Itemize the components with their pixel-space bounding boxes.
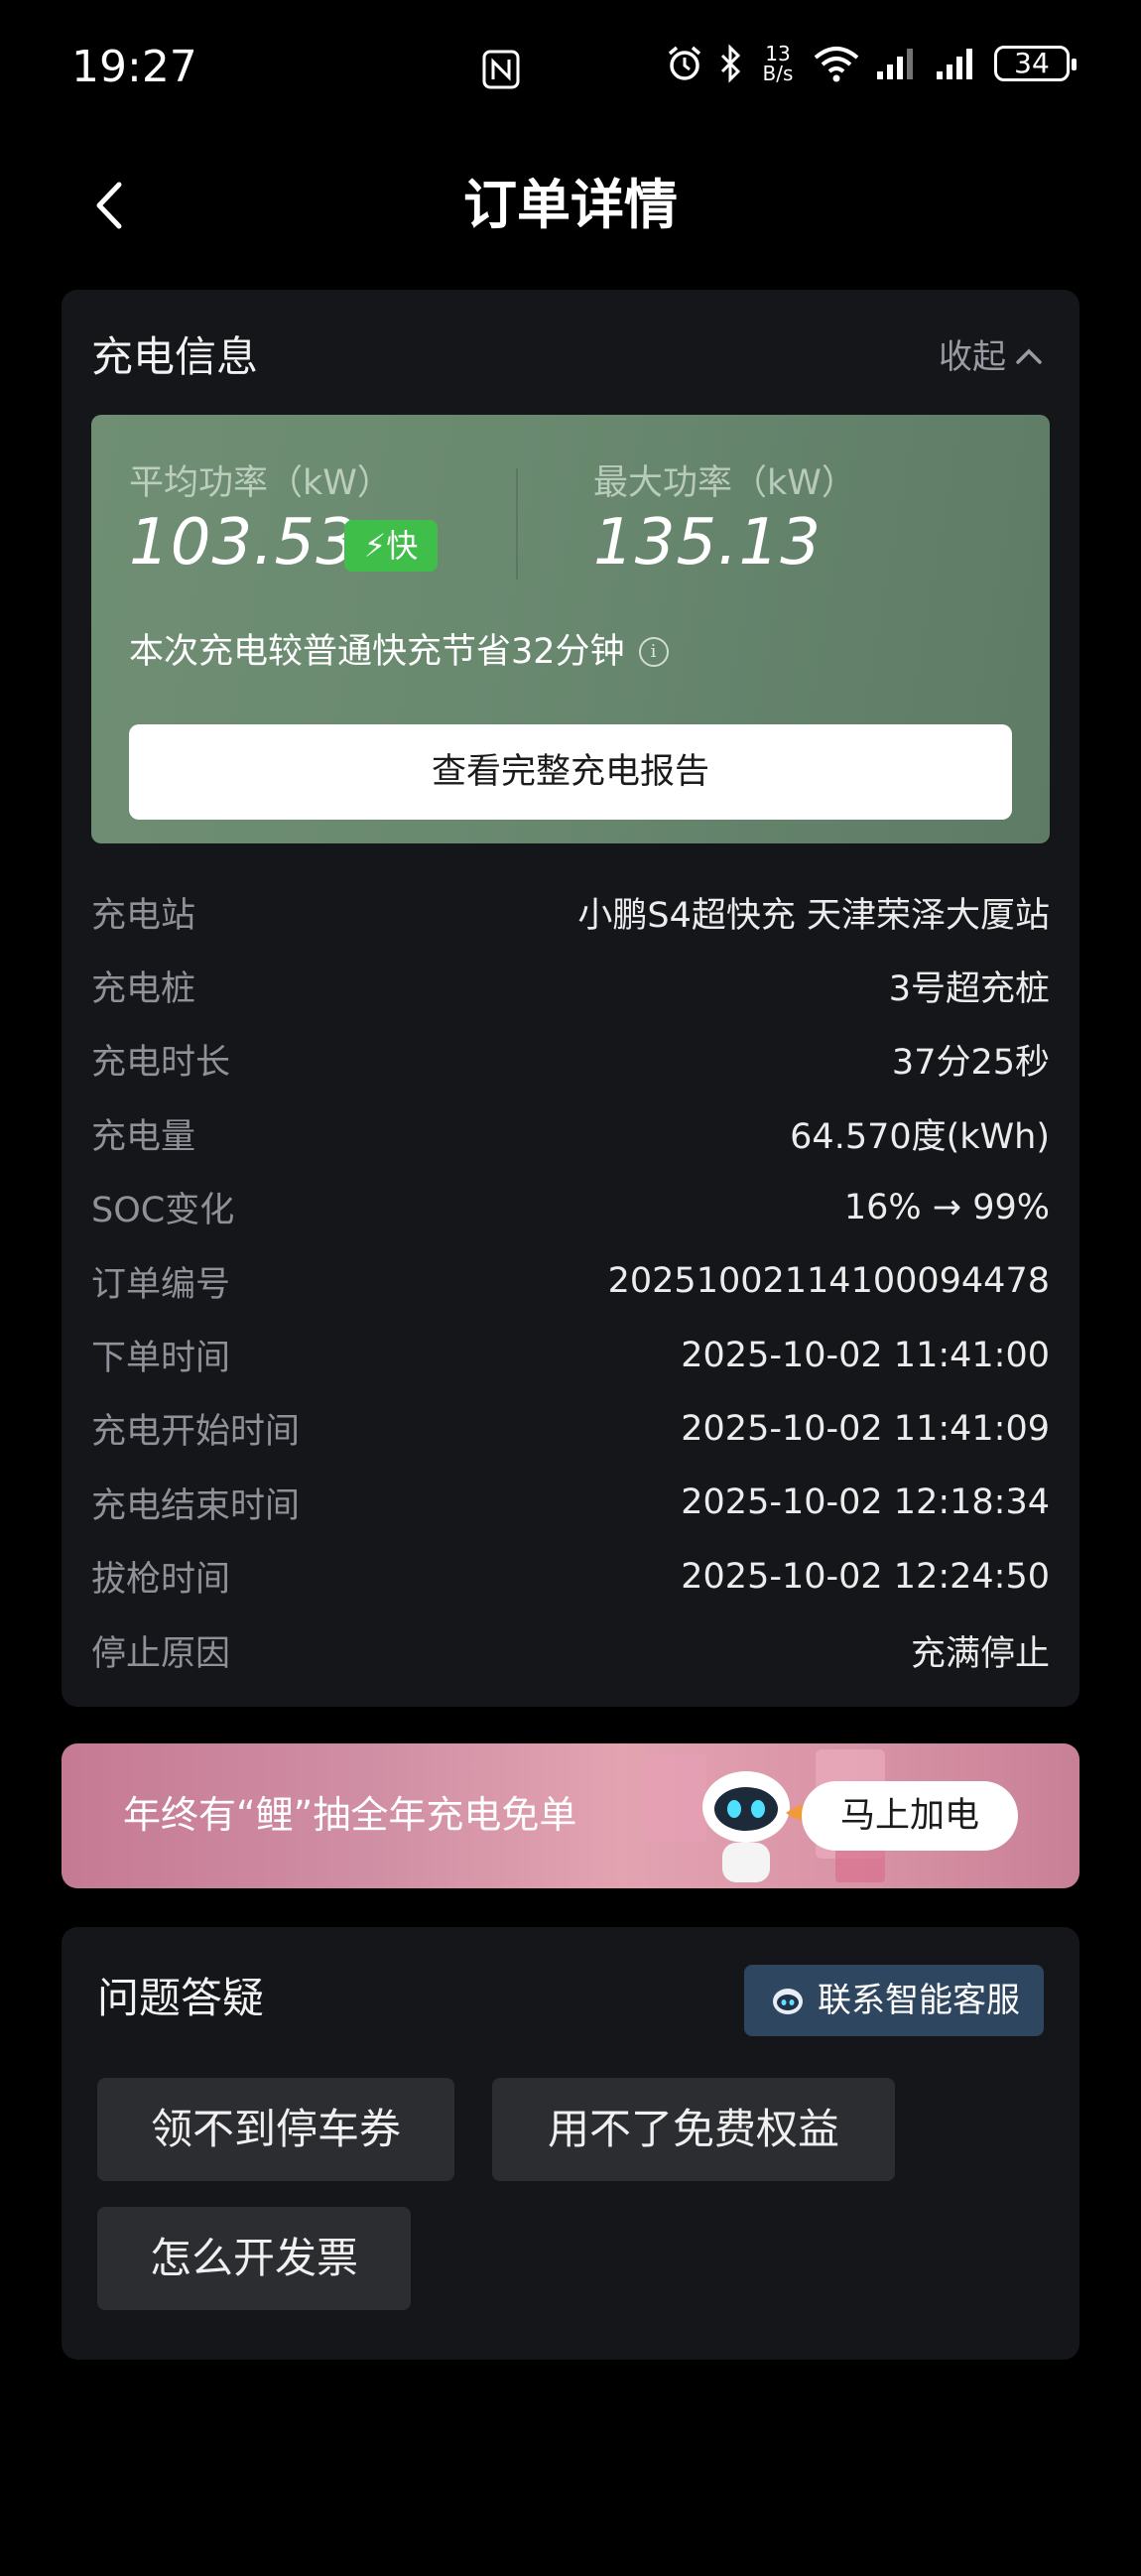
promo-banner[interactable]: 年终有“鲤”抽全年充电免单 马上加电 bbox=[62, 1743, 1079, 1888]
promo-charge-button[interactable]: 马上加电 bbox=[802, 1781, 1018, 1851]
detail-label: 充电开始时间 bbox=[91, 1412, 301, 1453]
section-title: 充电信息 bbox=[91, 332, 259, 381]
chevron-up-icon bbox=[1016, 348, 1042, 364]
detail-row: 充电桩 3号超充桩 bbox=[91, 949, 1050, 1022]
faq-chip-benefits[interactable]: 用不了免费权益 bbox=[492, 2078, 895, 2181]
bluetooth-icon bbox=[720, 44, 741, 83]
view-report-button[interactable]: 查看完整充电报告 bbox=[129, 724, 1012, 820]
faq-chip-invoice[interactable]: 怎么开发票 bbox=[97, 2207, 411, 2310]
status-bar: 19:27 13 B/s 34 bbox=[0, 0, 1141, 139]
detail-value: 充满停止 bbox=[910, 1633, 1050, 1674]
status-time: 19:27 bbox=[71, 42, 197, 92]
avg-power-label: 平均功率（kW） bbox=[129, 463, 392, 503]
faq-chip-parking[interactable]: 领不到停车券 bbox=[97, 2078, 454, 2181]
nfc-icon bbox=[482, 50, 520, 89]
detail-value: 2025-10-02 12:18:34 bbox=[681, 1482, 1050, 1523]
detail-label: 充电时长 bbox=[91, 1043, 231, 1084]
detail-row: 充电站 小鹏S4超快充 天津荣泽大厦站 bbox=[91, 875, 1050, 949]
net-speed: 13 B/s bbox=[758, 44, 798, 83]
collapse-button[interactable]: 收起 bbox=[939, 331, 1044, 383]
detail-value: 2025-10-02 11:41:00 bbox=[681, 1335, 1050, 1375]
signal-icon bbox=[877, 49, 913, 79]
detail-row: 充电量 64.570度(kWh) bbox=[91, 1096, 1050, 1170]
detail-row: 订单编号 2025100211410009​4478 bbox=[91, 1244, 1050, 1318]
detail-value: 小鹏S4超快充 天津荣泽大厦站 bbox=[577, 895, 1050, 936]
promo-text: 年终有“鲤”抽全年充电免单 bbox=[123, 1793, 577, 1837]
avg-power-value: 103.53 bbox=[129, 506, 357, 580]
contact-ai-service-label: 联系智能客服 bbox=[818, 1981, 1020, 2020]
detail-row: 充电开始时间 2025-10-02 11:41:09 bbox=[91, 1392, 1050, 1466]
detail-value: 37分25秒 bbox=[891, 1043, 1050, 1084]
detail-label: 下单时间 bbox=[91, 1339, 231, 1379]
detail-label: 停止原因 bbox=[91, 1633, 231, 1674]
detail-value: 2025100211410009​4478 bbox=[607, 1261, 1050, 1302]
detail-value: 16% → 99% bbox=[843, 1187, 1050, 1227]
signal-icon bbox=[937, 49, 972, 79]
page-title: 订单详情 bbox=[463, 174, 678, 236]
detail-list: 充电站 小鹏S4超快充 天津荣泽大厦站充电桩 3号超充桩充电时长 37分25秒充电量 6… bbox=[91, 875, 1050, 1687]
detail-label: 订单编号 bbox=[91, 1264, 231, 1305]
collapse-label: 收起 bbox=[939, 337, 1006, 377]
alarm-icon bbox=[668, 46, 701, 80]
detail-row: 下单时间 2025-10-02 11:41:00 bbox=[91, 1318, 1050, 1391]
max-power-value: 135.13 bbox=[593, 506, 822, 580]
charge-info-card: 充电信息 收起 平均功率（kW） 103.53 ⚡快 最大功率（kW） 135.… bbox=[62, 290, 1079, 1707]
faq-title: 问题答疑 bbox=[97, 1974, 265, 2022]
info-icon[interactable]: i bbox=[638, 637, 669, 667]
detail-label: 充电桩 bbox=[91, 969, 196, 1010]
detail-label: SOC变化 bbox=[91, 1191, 235, 1231]
detail-label: 拔枪时间 bbox=[91, 1560, 231, 1601]
detail-value: 64.570度(kWh) bbox=[790, 1116, 1050, 1157]
contact-ai-service-button[interactable]: 联系智能客服 bbox=[744, 1965, 1044, 2036]
max-power-label: 最大功率（kW） bbox=[593, 463, 856, 503]
detail-row: SOC变化 16% → 99% bbox=[91, 1171, 1050, 1244]
detail-row: 停止原因 充满停止 bbox=[91, 1613, 1050, 1687]
faq-card: 问题答疑 联系智能客服 领不到停车券 用不了免费权益 怎么开发票 bbox=[62, 1927, 1079, 2360]
detail-label: 充电量 bbox=[91, 1116, 196, 1157]
detail-row: 充电结束时间 2025-10-02 12:18:34 bbox=[91, 1466, 1050, 1539]
detail-value: 3号超充桩 bbox=[888, 969, 1050, 1010]
saving-text: 本次充电较普通快充节省32分钟 i bbox=[129, 629, 669, 675]
saving-label: 本次充电较普通快充节省32分钟 bbox=[129, 632, 625, 672]
detail-value: 2025-10-02 11:41:09 bbox=[681, 1408, 1050, 1449]
detail-label: 充电站 bbox=[91, 895, 196, 936]
detail-value: 2025-10-02 12:24:50 bbox=[681, 1556, 1050, 1597]
power-divider bbox=[516, 468, 518, 580]
battery-icon: 34 bbox=[994, 46, 1077, 81]
net-speed-unit: B/s bbox=[762, 62, 794, 85]
status-icons: 13 B/s 34 bbox=[665, 44, 1077, 83]
detail-label: 充电结束时间 bbox=[91, 1485, 301, 1526]
power-panel: 平均功率（kW） 103.53 ⚡快 最大功率（kW） 135.13 本次充电较… bbox=[91, 415, 1050, 843]
fast-badge: ⚡快 bbox=[344, 520, 438, 572]
net-speed-value: 13 bbox=[765, 42, 791, 65]
detail-row: 拔枪时间 2025-10-02 12:24:50 bbox=[91, 1540, 1050, 1613]
wifi-icon bbox=[814, 47, 859, 82]
robot-icon bbox=[773, 1989, 803, 2014]
detail-row: 充电时长 37分25秒 bbox=[91, 1023, 1050, 1096]
